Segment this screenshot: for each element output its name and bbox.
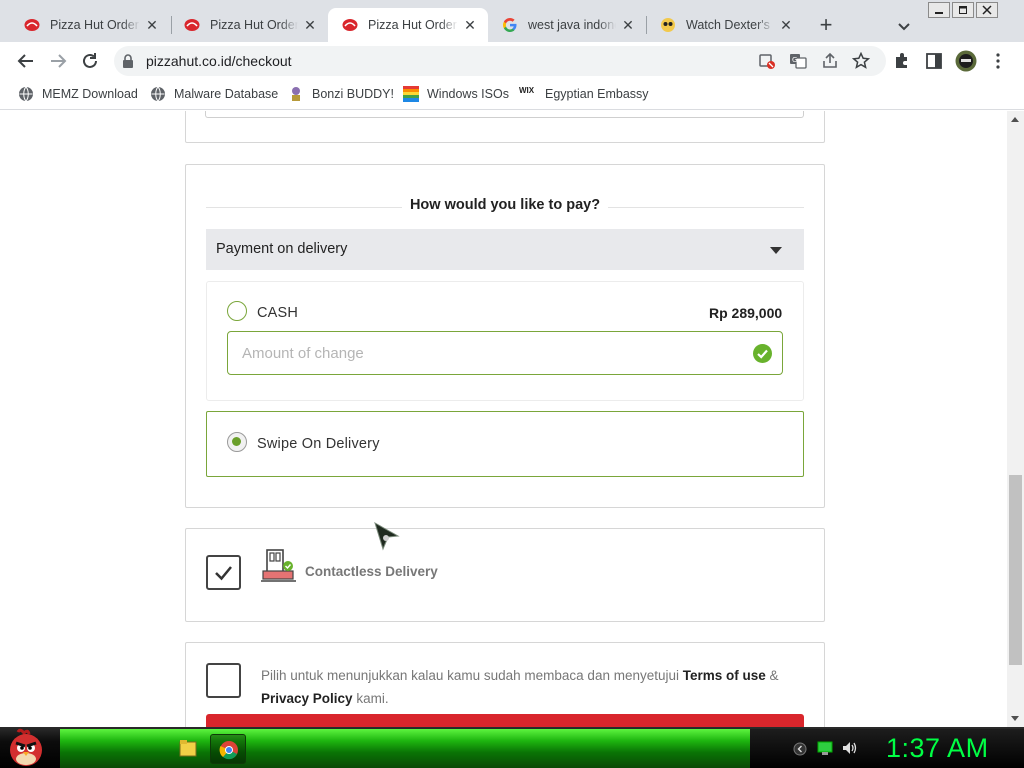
contactless-label: Contactless Delivery [305, 564, 438, 579]
close-icon[interactable]: ✕ [302, 17, 318, 34]
tab-title: Pizza Hut Order Me [368, 18, 458, 32]
mouse-cursor-icon [374, 522, 400, 551]
payment-method-value: Payment on delivery [216, 241, 348, 257]
volume-icon[interactable] [841, 740, 859, 756]
bookmark-label: Bonzi BUDDY! [312, 87, 394, 101]
taskbar-file-explorer[interactable] [170, 734, 206, 764]
bookmark-egyptian-embassy[interactable]: WIX Egyptian Embassy [519, 85, 649, 103]
extensions-puzzle-icon[interactable] [893, 52, 911, 70]
swipe-radio[interactable] [227, 432, 247, 452]
minimize-icon [935, 12, 943, 14]
google-icon [503, 18, 517, 32]
tab-pizza-hut-active[interactable]: Pizza Hut Order Me ✕ [328, 8, 488, 42]
bookmark-malware-database[interactable]: Malware Database [150, 85, 278, 103]
bookmark-windows-isos[interactable]: Windows ISOs [403, 85, 509, 103]
scrollbar-thumb[interactable] [1009, 475, 1022, 665]
cash-price: Rp 289,000 [709, 305, 783, 321]
tab-dexters-lab[interactable]: Watch Dexter's Lab ✕ [646, 8, 804, 42]
minimize-button[interactable] [928, 2, 950, 18]
bookmark-label: Malware Database [174, 87, 279, 101]
bookmark-label: Windows ISOs [427, 87, 509, 101]
tab-search-chevron-icon[interactable] [894, 16, 914, 36]
restore-icon [959, 6, 967, 14]
taskbar-green-band [60, 729, 750, 768]
page-viewport: How would you like to pay? Payment on de… [0, 111, 1007, 727]
globe-icon [19, 86, 33, 102]
taskbar-chrome[interactable] [210, 734, 246, 764]
checkmark-icon [215, 566, 232, 581]
back-arrow-icon[interactable] [16, 51, 36, 71]
tab-title: Pizza Hut Order Me [210, 18, 298, 32]
blocked-popup-icon[interactable] [758, 52, 776, 70]
close-icon[interactable]: ✕ [778, 17, 794, 34]
contactless-delivery-icon [261, 549, 296, 582]
new-tab-button[interactable]: + [814, 14, 838, 38]
notes-textarea[interactable] [205, 111, 804, 118]
bookmark-bonzi-buddy[interactable]: Bonzi BUDDY! [288, 85, 394, 103]
pizza-hut-icon [24, 19, 40, 31]
start-button-angry-bird-icon[interactable] [6, 728, 46, 768]
restore-button[interactable] [952, 2, 974, 18]
scroll-up-arrow-icon[interactable] [1011, 117, 1019, 122]
rainbow-icon [403, 86, 419, 102]
tab-pizza-hut-2[interactable]: Pizza Hut Order Me ✕ [170, 8, 328, 42]
pizza-hut-icon [184, 19, 200, 31]
bookmark-label: Egyptian Embassy [545, 87, 649, 101]
privacy-policy-link[interactable]: Privacy Policy [261, 691, 353, 706]
tab-title: Watch Dexter's Lab [686, 18, 774, 32]
terms-text: Pilih untuk menunjukkan kalau kamu sudah… [261, 668, 779, 706]
taskbar-clock[interactable]: 1:37 AM [886, 733, 989, 764]
side-panel-icon[interactable] [925, 52, 943, 70]
tab-google-search[interactable]: west java indonesi ✕ [488, 8, 646, 42]
amount-of-change-input[interactable] [227, 331, 783, 375]
dexter-icon [661, 18, 675, 32]
caret-down-icon [770, 247, 782, 254]
folder-icon [179, 740, 197, 757]
payment-method-select[interactable]: Payment on delivery [206, 229, 804, 270]
terms-of-use-link[interactable]: Terms of use [683, 668, 766, 683]
close-icon[interactable]: ✕ [462, 17, 478, 34]
close-icon[interactable]: ✕ [620, 17, 636, 34]
scroll-down-arrow-icon[interactable] [1011, 716, 1019, 721]
cash-label: CASH [257, 305, 299, 321]
bookmark-label: MEMZ Download [42, 87, 138, 101]
pizza-hut-icon [342, 19, 358, 31]
close-icon [982, 5, 992, 15]
forward-arrow-icon[interactable] [48, 51, 68, 71]
valid-check-icon [753, 344, 772, 363]
profile-avatar[interactable] [955, 50, 977, 72]
place-order-button[interactable] [206, 714, 804, 727]
window-controls [928, 2, 998, 18]
tab-title: west java indonesi [528, 18, 616, 32]
close-icon[interactable]: ✕ [144, 17, 160, 34]
show-hidden-icons-icon[interactable] [793, 742, 807, 756]
share-icon[interactable] [821, 52, 839, 70]
kebab-menu-icon[interactable] [989, 52, 1007, 70]
contactless-checkbox[interactable] [206, 555, 241, 590]
bonzi-icon [292, 87, 300, 101]
wix-icon: WIX [519, 86, 535, 95]
translate-icon[interactable]: G [789, 52, 807, 70]
tab-title: Pizza Hut Order Me [50, 18, 140, 32]
swipe-label: Swipe On Delivery [257, 436, 380, 452]
bookmark-memz-download[interactable]: MEMZ Download [18, 85, 138, 103]
close-window-button[interactable] [976, 2, 998, 18]
tab-pizza-hut-1[interactable]: Pizza Hut Order Me ✕ [10, 8, 170, 42]
chrome-icon [219, 741, 238, 760]
bookmark-star-icon[interactable] [852, 52, 870, 70]
network-icon[interactable] [817, 740, 833, 756]
reload-icon[interactable] [80, 51, 100, 71]
terms-checkbox[interactable] [206, 663, 241, 698]
globe-icon [151, 86, 165, 102]
cash-radio[interactable] [227, 301, 247, 321]
payment-heading: How would you like to pay? [185, 197, 825, 213]
lock-icon[interactable] [122, 54, 134, 68]
page-scrollbar[interactable] [1007, 111, 1024, 727]
svg-text:G: G [792, 56, 797, 64]
url-text[interactable]: pizzahut.co.id/checkout [146, 53, 292, 69]
